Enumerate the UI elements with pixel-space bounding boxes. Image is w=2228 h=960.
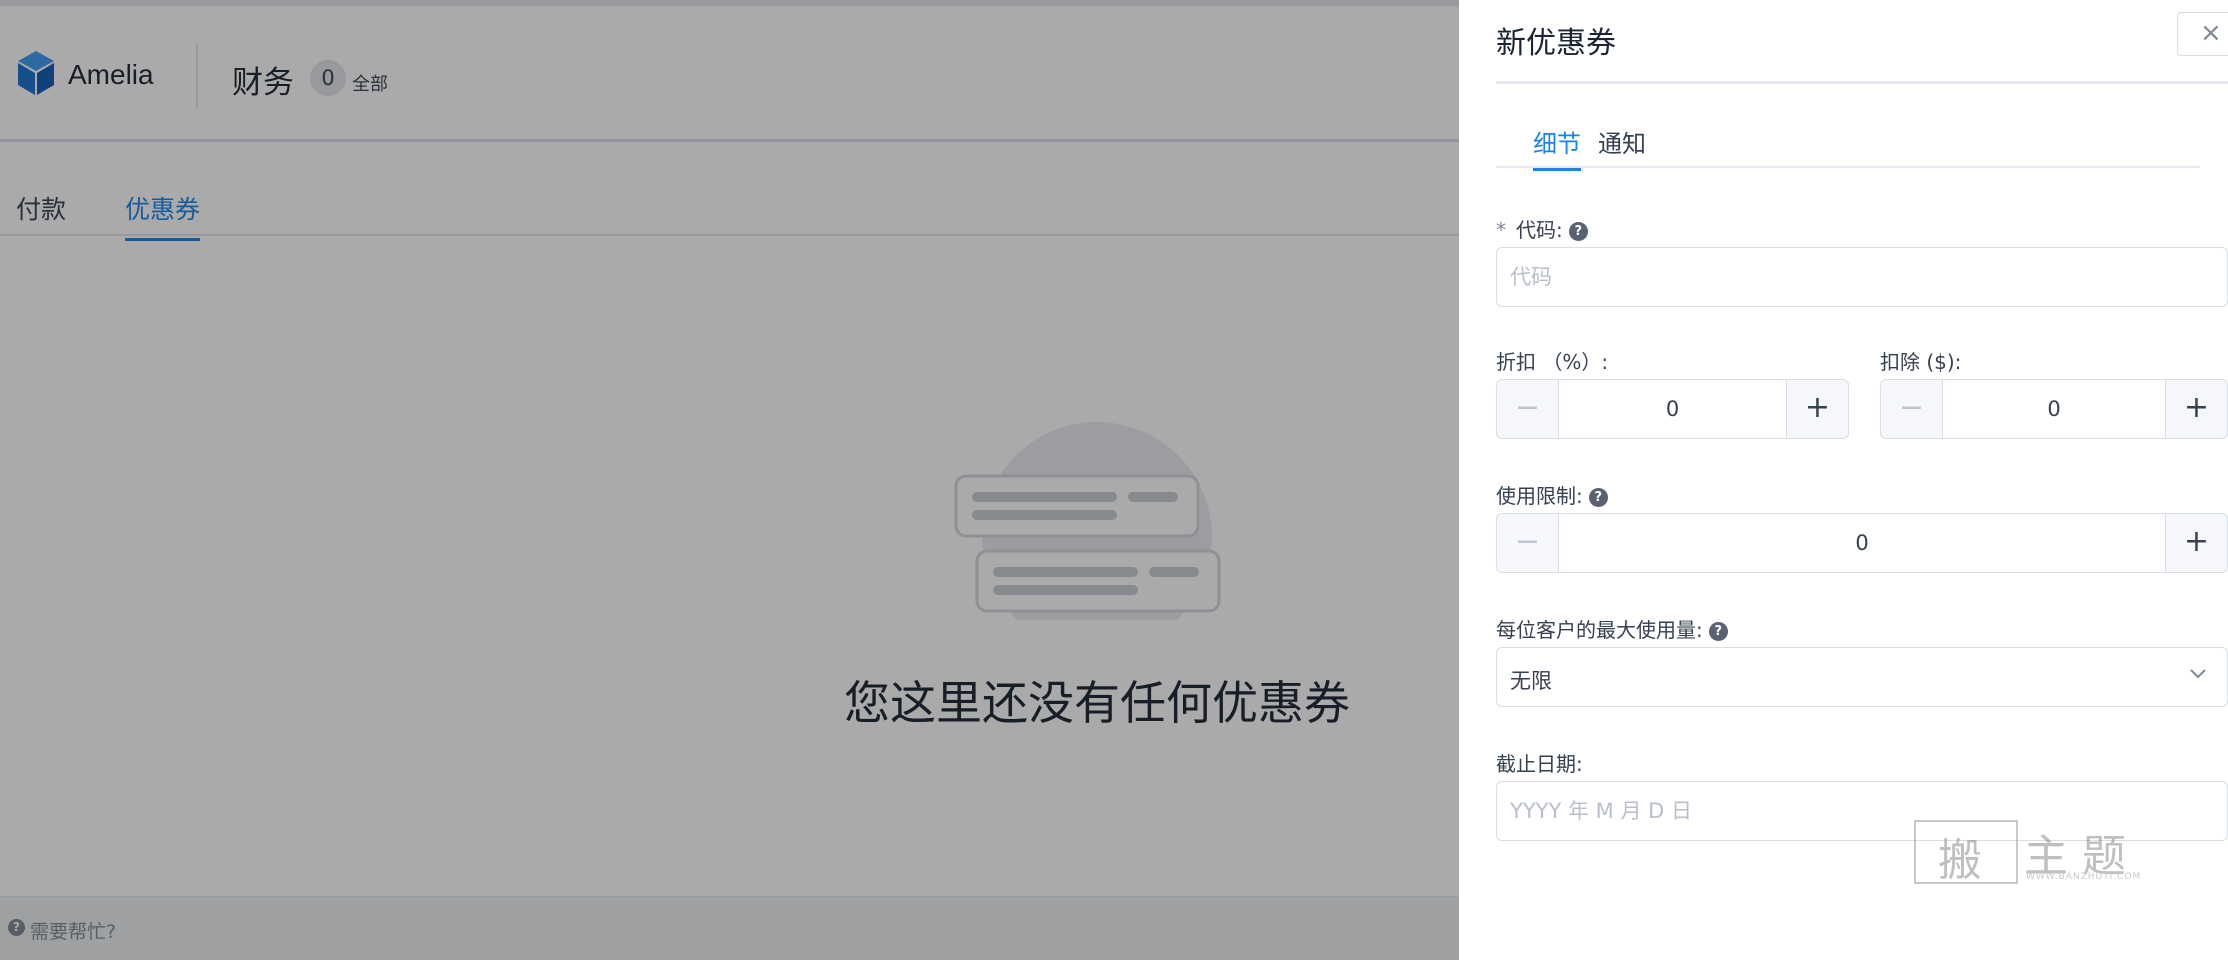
code-label-text: 代码: <box>1516 218 1563 242</box>
deduction-decrement-button[interactable]: − <box>1881 380 1943 438</box>
code-input[interactable] <box>1496 247 2228 307</box>
discount-label: 折扣 （%）: <box>1496 350 1609 374</box>
max-per-customer-label: 每位客户的最大使用量:? <box>1496 614 1728 643</box>
tab-notifications[interactable]: 通知 <box>1598 124 1646 168</box>
code-help-icon[interactable]: ? <box>1568 222 1588 241</box>
chevron-down-icon <box>2190 669 2206 679</box>
discount-stepper[interactable]: − 0 + <box>1496 379 1849 439</box>
usage-limit-increment-button[interactable]: + <box>2165 514 2227 572</box>
usage-limit-stepper[interactable]: − 0 + <box>1496 513 2228 573</box>
drawer-tabs: 细节 通知 <box>1496 120 2200 171</box>
drawer-divider <box>1496 81 2228 84</box>
discount-decrement-button[interactable]: − <box>1497 380 1559 438</box>
close-icon: × <box>2200 18 2222 48</box>
expiration-date-label: 截止日期: <box>1496 752 1583 776</box>
usage-limit-label-text: 使用限制: <box>1496 484 1583 508</box>
deduction-increment-button[interactable]: + <box>2165 380 2227 438</box>
discount-value[interactable]: 0 <box>1559 380 1786 438</box>
code-label: * 代码:? <box>1496 214 1588 243</box>
watermark-char: 搬 <box>1938 835 1982 886</box>
close-button[interactable]: × <box>2177 12 2228 56</box>
required-mark: * <box>1496 218 1506 242</box>
tab-details[interactable]: 细节 <box>1533 124 1581 171</box>
usage-limit-decrement-button[interactable]: − <box>1497 514 1559 572</box>
usage-limit-help-icon[interactable]: ? <box>1588 488 1608 507</box>
usage-limit-value[interactable]: 0 <box>1559 514 2165 572</box>
new-coupon-drawer: 新优惠券 × 细节 通知 * 代码:? 折扣 （%）: − 0 + 扣除 ($):… <box>1459 0 2228 960</box>
watermark-url: WWW.BANZHUTI.COM <box>2026 872 2142 882</box>
max-per-customer-help-icon[interactable]: ? <box>1708 622 1728 641</box>
deduction-label: 扣除 ($): <box>1880 350 1962 374</box>
max-per-customer-select[interactable]: 无限 <box>1496 647 2228 707</box>
watermark-logo: 搬 主 题 WWW.BANZHUTI.COM <box>1912 818 2142 888</box>
deduction-value[interactable]: 0 <box>1943 380 2165 438</box>
usage-limit-label: 使用限制:? <box>1496 480 1608 509</box>
discount-increment-button[interactable]: + <box>1786 380 1848 438</box>
max-per-customer-label-text: 每位客户的最大使用量: <box>1496 618 1703 642</box>
drawer-title: 新优惠券 <box>1496 26 1616 61</box>
deduction-stepper[interactable]: − 0 + <box>1880 379 2228 439</box>
max-per-customer-selected: 无限 <box>1510 669 1552 693</box>
